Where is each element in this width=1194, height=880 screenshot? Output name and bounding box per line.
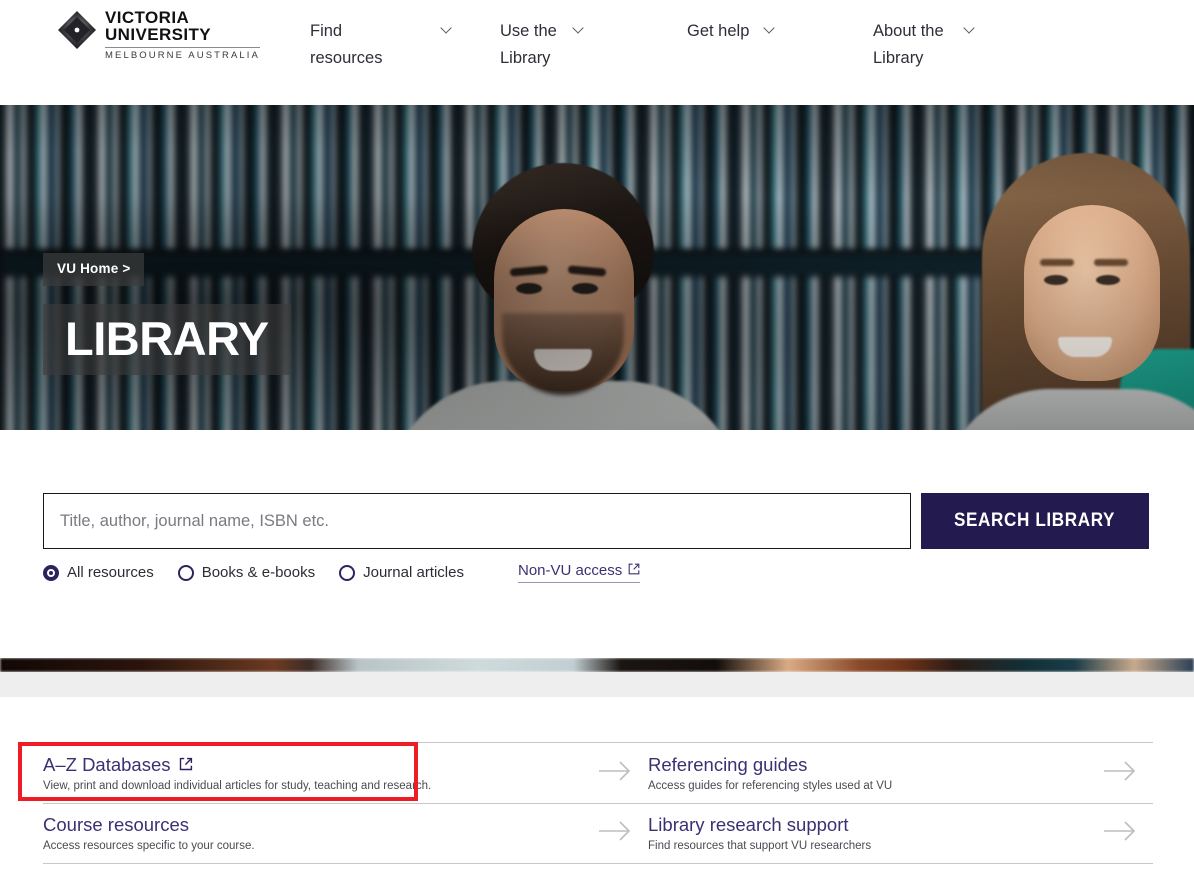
logo-wordmark: VICTORIA UNIVERSITY MELBOURNE AUSTRALIA [105, 9, 260, 61]
quick-link-title-wrap: Referencing guides [648, 753, 892, 776]
quick-link-description: Access resources specific to your course… [43, 840, 255, 852]
nav-slot-get-help: Get help [687, 18, 873, 45]
quick-link-title: Referencing guides [648, 753, 808, 775]
chevron-down-icon [574, 24, 585, 35]
radio-all-resources[interactable]: All resources [43, 564, 154, 582]
nav-item-use-the-library[interactable]: Use the Library [500, 18, 687, 72]
secondary-photo-strip [0, 658, 1194, 672]
hero-overlay [0, 105, 1194, 430]
quick-link-text: A–Z Databases View, print and download i… [43, 753, 431, 794]
quick-link-description: Access guides for referencing styles use… [648, 779, 893, 792]
nav-item-get-help[interactable]: Get help [687, 18, 873, 45]
main-navigation: Find resources Use the Library Get help [310, 18, 1053, 72]
non-vu-access-link[interactable]: Non-VU access [518, 562, 641, 583]
chevron-down-icon [965, 24, 976, 35]
radio-label: All resources [67, 563, 154, 581]
quick-link-a-z-databases[interactable]: A–Z Databases View, print and download i… [43, 742, 648, 803]
nav-item-label: Find resources [310, 22, 383, 67]
quick-link-referencing-guides[interactable]: Referencing guides Access guides for ref… [648, 742, 1153, 803]
chevron-down-icon [442, 24, 453, 35]
nav-slot-about-the-library: About the Library [873, 18, 1053, 72]
diamond-logo-icon [57, 10, 97, 50]
quick-link-title: A–Z Databases [43, 753, 171, 775]
quick-link-title: Course resources [43, 814, 190, 835]
quick-link-title-wrap: A–Z Databases [43, 753, 431, 776]
logo-line-university: UNIVERSITY [105, 25, 212, 44]
logo-line-victoria: VICTORIA [105, 8, 190, 27]
victoria-university-logo[interactable]: VICTORIA UNIVERSITY MELBOURNE AUSTRALIA [57, 9, 260, 61]
quick-link-text: Library research support Find resources … [648, 813, 871, 854]
quick-link-library-research-support[interactable]: Library research support Find resources … [648, 803, 1153, 864]
breadcrumb[interactable]: VU Home > [43, 253, 145, 286]
logo-divider [105, 47, 260, 48]
external-link-icon [628, 562, 640, 579]
nav-slot-find-resources: Find resources [310, 18, 500, 72]
quick-links-column-right: Referencing guides Access guides for ref… [648, 742, 1153, 864]
nav-item-find-resources[interactable]: Find resources [310, 18, 500, 72]
search-library-button[interactable]: SEARCH LIBRARY [921, 493, 1149, 549]
arrow-right-icon [1103, 820, 1137, 847]
radio-label: Journal articles [363, 563, 464, 581]
arrow-right-icon [598, 760, 632, 787]
breadcrumb-vu-home: VU Home > [57, 261, 131, 276]
hero-photo-library-students [0, 105, 1194, 430]
page-title-chip: LIBRARY [43, 304, 291, 375]
nav-item-about-the-library[interactable]: About the Library [873, 18, 1053, 72]
quick-link-text: Referencing guides Access guides for ref… [648, 753, 892, 794]
radio-books-ebooks[interactable]: Books & e-books [177, 563, 316, 582]
site-header: VICTORIA UNIVERSITY MELBOURNE AUSTRALIA … [0, 0, 1194, 105]
quick-link-course-resources[interactable]: Course resources Access resources specif… [43, 803, 648, 864]
radio-icon [339, 564, 356, 581]
radio-icon [177, 564, 194, 581]
quick-link-title-wrap: Library research support [648, 813, 871, 836]
search-row: SEARCH LIBRARY [43, 493, 1149, 549]
hero-banner: VU Home > LIBRARY [0, 105, 1194, 430]
non-vu-access-label: Non-VU access [518, 562, 623, 579]
nav-slot-use-the-library: Use the Library [500, 18, 687, 72]
page-root: VICTORIA UNIVERSITY MELBOURNE AUSTRALIA … [0, 0, 1194, 880]
quick-links-section: A–Z Databases View, print and download i… [43, 742, 1153, 864]
quick-link-title: Library research support [648, 814, 849, 835]
quick-links-column-left: A–Z Databases View, print and download i… [43, 742, 648, 864]
quick-link-description: View, print and download individual arti… [43, 779, 432, 792]
radio-label: Books & e-books [201, 563, 316, 581]
radio-journal-articles[interactable]: Journal articles [339, 564, 464, 582]
logo-line-melbourne: MELBOURNE AUSTRALIA [105, 50, 260, 61]
search-input[interactable] [43, 493, 911, 549]
arrow-right-icon [598, 820, 632, 847]
page-title: LIBRARY [65, 312, 269, 365]
nav-item-label: Get help [687, 22, 750, 40]
search-scope-options: All resources Books & e-books Journal ar… [43, 562, 641, 583]
quick-link-title-wrap: Course resources [43, 813, 255, 836]
external-link-icon [179, 757, 193, 771]
arrow-right-icon [1103, 760, 1137, 787]
quick-link-text: Course resources Access resources specif… [43, 813, 255, 854]
radio-icon [43, 564, 59, 581]
search-library-button-label: SEARCH LIBRARY [954, 510, 1116, 531]
nav-item-label: About the Library [873, 22, 944, 67]
chevron-down-icon [765, 24, 776, 35]
quick-link-description: Find resources that support VU researche… [648, 840, 872, 852]
grey-separator-band [0, 672, 1194, 697]
search-section: SEARCH LIBRARY All resources Books & e-b… [0, 430, 1194, 658]
